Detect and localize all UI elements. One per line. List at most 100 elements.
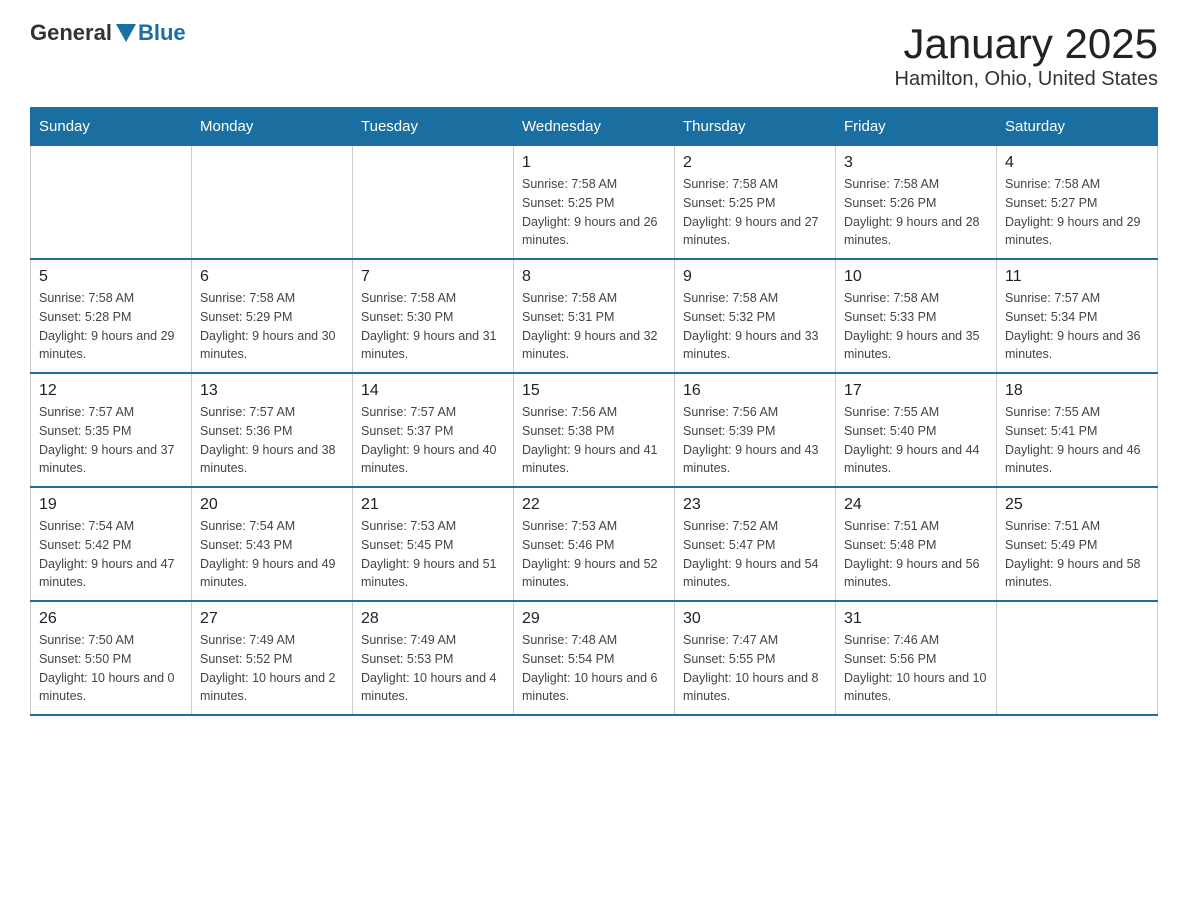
day-number: 29 bbox=[522, 610, 666, 628]
day-number: 17 bbox=[844, 382, 988, 400]
header-saturday: Saturday bbox=[997, 108, 1158, 146]
calendar-week-row: 19 Sunrise: 7:54 AMSunset: 5:42 PMDayligh… bbox=[31, 487, 1158, 601]
calendar-cell: 28 Sunrise: 7:49 AMSunset: 5:53 PMDayligh… bbox=[353, 601, 514, 715]
calendar-cell: 27 Sunrise: 7:49 AMSunset: 5:52 PMDayligh… bbox=[192, 601, 353, 715]
calendar-cell bbox=[31, 146, 192, 260]
day-number: 13 bbox=[200, 382, 344, 400]
day-number: 7 bbox=[361, 268, 505, 286]
calendar-header-row: SundayMondayTuesdayWednesdayThursdayFrid… bbox=[31, 108, 1158, 146]
day-number: 23 bbox=[683, 496, 827, 514]
header-sunday: Sunday bbox=[31, 108, 192, 146]
day-number: 6 bbox=[200, 268, 344, 286]
calendar-cell: 9 Sunrise: 7:58 AMSunset: 5:32 PMDaylight… bbox=[675, 259, 836, 373]
day-info: Sunrise: 7:58 AMSunset: 5:30 PMDaylight:… bbox=[361, 289, 505, 364]
day-number: 27 bbox=[200, 610, 344, 628]
day-number: 22 bbox=[522, 496, 666, 514]
day-number: 2 bbox=[683, 154, 827, 172]
day-info: Sunrise: 7:54 AMSunset: 5:42 PMDaylight:… bbox=[39, 517, 183, 592]
calendar-cell: 7 Sunrise: 7:58 AMSunset: 5:30 PMDaylight… bbox=[353, 259, 514, 373]
day-info: Sunrise: 7:51 AMSunset: 5:48 PMDaylight:… bbox=[844, 517, 988, 592]
day-info: Sunrise: 7:48 AMSunset: 5:54 PMDaylight:… bbox=[522, 631, 666, 706]
header-friday: Friday bbox=[836, 108, 997, 146]
logo-triangle-icon bbox=[116, 24, 136, 42]
day-info: Sunrise: 7:58 AMSunset: 5:29 PMDaylight:… bbox=[200, 289, 344, 364]
calendar-cell: 25 Sunrise: 7:51 AMSunset: 5:49 PMDayligh… bbox=[997, 487, 1158, 601]
calendar-cell: 17 Sunrise: 7:55 AMSunset: 5:40 PMDayligh… bbox=[836, 373, 997, 487]
calendar-cell: 3 Sunrise: 7:58 AMSunset: 5:26 PMDaylight… bbox=[836, 146, 997, 260]
day-number: 1 bbox=[522, 154, 666, 172]
day-info: Sunrise: 7:57 AMSunset: 5:35 PMDaylight:… bbox=[39, 403, 183, 478]
logo: General Blue bbox=[30, 20, 186, 46]
calendar-week-row: 12 Sunrise: 7:57 AMSunset: 5:35 PMDayligh… bbox=[31, 373, 1158, 487]
calendar-cell: 16 Sunrise: 7:56 AMSunset: 5:39 PMDayligh… bbox=[675, 373, 836, 487]
calendar-cell: 15Sunrise: 7:56 AMSunset: 5:38 PMDayligh… bbox=[514, 373, 675, 487]
day-number: 5 bbox=[39, 268, 183, 286]
calendar-cell: 30Sunrise: 7:47 AMSunset: 5:55 PMDayligh… bbox=[675, 601, 836, 715]
day-number: 3 bbox=[844, 154, 988, 172]
day-number: 8 bbox=[522, 268, 666, 286]
day-info: Sunrise: 7:58 AMSunset: 5:25 PMDaylight:… bbox=[683, 175, 827, 250]
calendar-cell bbox=[192, 146, 353, 260]
day-number: 12 bbox=[39, 382, 183, 400]
logo-general-text: General bbox=[30, 20, 112, 46]
day-info: Sunrise: 7:57 AMSunset: 5:34 PMDaylight:… bbox=[1005, 289, 1149, 364]
day-info: Sunrise: 7:57 AMSunset: 5:37 PMDaylight:… bbox=[361, 403, 505, 478]
calendar-cell: 20Sunrise: 7:54 AMSunset: 5:43 PMDayligh… bbox=[192, 487, 353, 601]
header-tuesday: Tuesday bbox=[353, 108, 514, 146]
calendar-cell: 2 Sunrise: 7:58 AMSunset: 5:25 PMDaylight… bbox=[675, 146, 836, 260]
day-info: Sunrise: 7:58 AMSunset: 5:26 PMDaylight:… bbox=[844, 175, 988, 250]
day-number: 24 bbox=[844, 496, 988, 514]
day-number: 11 bbox=[1005, 268, 1149, 286]
day-info: Sunrise: 7:58 AMSunset: 5:27 PMDaylight:… bbox=[1005, 175, 1149, 250]
day-number: 31 bbox=[844, 610, 988, 628]
header-thursday: Thursday bbox=[675, 108, 836, 146]
day-info: Sunrise: 7:58 AMSunset: 5:32 PMDaylight:… bbox=[683, 289, 827, 364]
day-info: Sunrise: 7:51 AMSunset: 5:49 PMDaylight:… bbox=[1005, 517, 1149, 592]
day-info: Sunrise: 7:50 AMSunset: 5:50 PMDaylight:… bbox=[39, 631, 183, 706]
calendar-cell: 31 Sunrise: 7:46 AMSunset: 5:56 PMDayligh… bbox=[836, 601, 997, 715]
day-number: 21 bbox=[361, 496, 505, 514]
day-info: Sunrise: 7:46 AMSunset: 5:56 PMDaylight:… bbox=[844, 631, 988, 706]
day-number: 20 bbox=[200, 496, 344, 514]
day-info: Sunrise: 7:49 AMSunset: 5:53 PMDaylight:… bbox=[361, 631, 505, 706]
page-header: General Blue January 2025 Hamilton, Ohio… bbox=[30, 20, 1158, 91]
day-info: Sunrise: 7:49 AMSunset: 5:52 PMDaylight:… bbox=[200, 631, 344, 706]
day-number: 4 bbox=[1005, 154, 1149, 172]
day-info: Sunrise: 7:55 AMSunset: 5:40 PMDaylight:… bbox=[844, 403, 988, 478]
calendar-cell bbox=[997, 601, 1158, 715]
calendar-cell: 12 Sunrise: 7:57 AMSunset: 5:35 PMDayligh… bbox=[31, 373, 192, 487]
calendar-cell: 23 Sunrise: 7:52 AMSunset: 5:47 PMDayligh… bbox=[675, 487, 836, 601]
day-info: Sunrise: 7:47 AMSunset: 5:55 PMDaylight:… bbox=[683, 631, 827, 706]
day-number: 16 bbox=[683, 382, 827, 400]
day-info: Sunrise: 7:58 AMSunset: 5:25 PMDaylight:… bbox=[522, 175, 666, 250]
day-number: 19 bbox=[39, 496, 183, 514]
title-section: January 2025 Hamilton, Ohio, United Stat… bbox=[895, 20, 1158, 91]
day-info: Sunrise: 7:56 AMSunset: 5:39 PMDaylight:… bbox=[683, 403, 827, 478]
calendar-week-row: 26Sunrise: 7:50 AMSunset: 5:50 PMDayligh… bbox=[31, 601, 1158, 715]
calendar-cell: 4 Sunrise: 7:58 AMSunset: 5:27 PMDaylight… bbox=[997, 146, 1158, 260]
day-number: 25 bbox=[1005, 496, 1149, 514]
main-title: January 2025 bbox=[895, 20, 1158, 68]
day-info: Sunrise: 7:52 AMSunset: 5:47 PMDaylight:… bbox=[683, 517, 827, 592]
day-info: Sunrise: 7:58 AMSunset: 5:28 PMDaylight:… bbox=[39, 289, 183, 364]
calendar-cell: 5 Sunrise: 7:58 AMSunset: 5:28 PMDaylight… bbox=[31, 259, 192, 373]
logo-blue-text: Blue bbox=[138, 20, 186, 46]
day-info: Sunrise: 7:53 AMSunset: 5:45 PMDaylight:… bbox=[361, 517, 505, 592]
day-number: 28 bbox=[361, 610, 505, 628]
header-wednesday: Wednesday bbox=[514, 108, 675, 146]
calendar-table: SundayMondayTuesdayWednesdayThursdayFrid… bbox=[30, 107, 1158, 716]
day-info: Sunrise: 7:57 AMSunset: 5:36 PMDaylight:… bbox=[200, 403, 344, 478]
day-info: Sunrise: 7:58 AMSunset: 5:33 PMDaylight:… bbox=[844, 289, 988, 364]
calendar-cell: 18Sunrise: 7:55 AMSunset: 5:41 PMDayligh… bbox=[997, 373, 1158, 487]
day-number: 9 bbox=[683, 268, 827, 286]
day-number: 10 bbox=[844, 268, 988, 286]
day-info: Sunrise: 7:53 AMSunset: 5:46 PMDaylight:… bbox=[522, 517, 666, 592]
calendar-cell: 14Sunrise: 7:57 AMSunset: 5:37 PMDayligh… bbox=[353, 373, 514, 487]
calendar-cell: 11 Sunrise: 7:57 AMSunset: 5:34 PMDayligh… bbox=[997, 259, 1158, 373]
calendar-cell: 22 Sunrise: 7:53 AMSunset: 5:46 PMDayligh… bbox=[514, 487, 675, 601]
subtitle: Hamilton, Ohio, United States bbox=[895, 68, 1158, 91]
calendar-week-row: 5 Sunrise: 7:58 AMSunset: 5:28 PMDaylight… bbox=[31, 259, 1158, 373]
calendar-cell: 8Sunrise: 7:58 AMSunset: 5:31 PMDaylight… bbox=[514, 259, 675, 373]
calendar-cell: 21 Sunrise: 7:53 AMSunset: 5:45 PMDayligh… bbox=[353, 487, 514, 601]
day-info: Sunrise: 7:55 AMSunset: 5:41 PMDaylight:… bbox=[1005, 403, 1149, 478]
